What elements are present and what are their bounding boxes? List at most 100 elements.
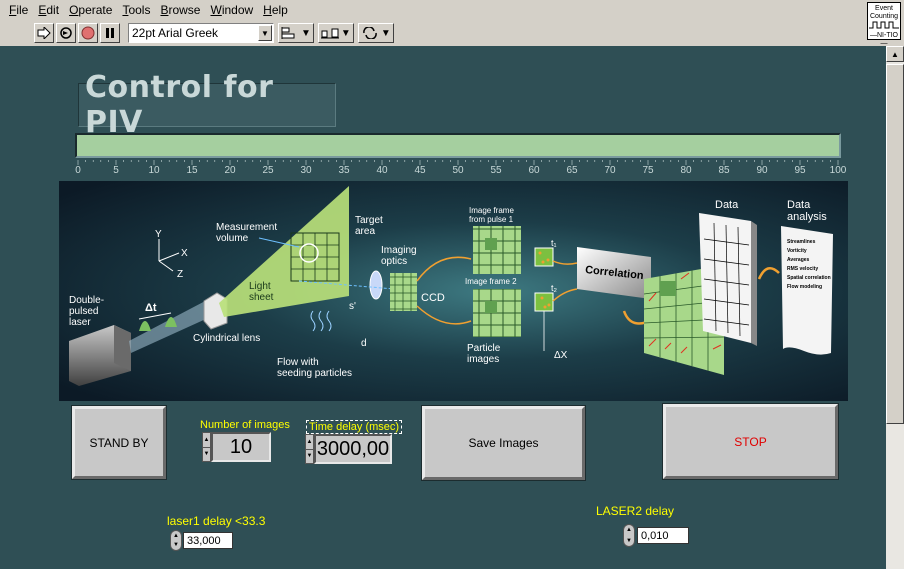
increment-icon[interactable]: ▲ [624, 525, 634, 536]
menu-bar: File Edit Operate Tools Browse Window He… [0, 0, 866, 20]
progress-tick-label: 80 [680, 165, 692, 176]
data-label: Data [715, 199, 739, 211]
laser2-delay-stepper[interactable]: ▲ ▼ [623, 524, 635, 547]
frame1-label: Image frame [469, 206, 514, 215]
laser2-delay-control: ▲ ▼ 0,010 [623, 524, 689, 547]
vertical-scrollbar[interactable]: ▲ [886, 46, 904, 569]
vi-icon: Event Counting —NI-TIO— [867, 2, 901, 47]
delta-x-label: ΔX [554, 350, 568, 361]
axis-x-label: X [181, 248, 188, 259]
increment-icon[interactable]: ▲ [171, 531, 181, 541]
double-pulsed-laser-label: pulsed [69, 306, 98, 317]
menu-operate[interactable]: Operate [64, 3, 117, 17]
laser1-delay-stepper[interactable]: ▲ ▼ [170, 530, 182, 551]
ccd-sensor [390, 273, 417, 311]
frame2-label: Image frame 2 [465, 277, 517, 286]
measurement-volume-label: volume [216, 233, 249, 244]
font-select-value: 22pt Arial Greek [132, 26, 219, 40]
laser1-delay-label: laser1 delay <33.3 [167, 514, 266, 528]
chevron-down-icon: ▼ [258, 25, 272, 41]
reorder-button[interactable]: ▼ [357, 23, 394, 43]
menu-help[interactable]: Help [258, 3, 293, 17]
light-sheet-label: sheet [249, 292, 274, 303]
num-images-stepper[interactable]: ▲ ▼ [202, 432, 211, 462]
run-button[interactable] [34, 23, 54, 43]
d-label: d [361, 338, 367, 349]
chevron-down-icon: ▼ [380, 27, 391, 39]
progress-tick-label: 55 [490, 165, 502, 176]
piv-diagram: Double- pulsed laser Δt Y X Z Cylindrica… [59, 181, 848, 401]
progress-tick-label: 40 [376, 165, 388, 176]
imaging-optics-label: optics [381, 256, 407, 267]
laser1-delay-input[interactable]: 33,000 [183, 532, 233, 549]
menu-tools[interactable]: Tools [117, 3, 155, 17]
progress-tick-label: 70 [604, 165, 616, 176]
s-prime-label: s' [349, 301, 356, 312]
num-images-control: ▲ ▼ 10 [202, 432, 271, 462]
align-objects-button[interactable]: ▼ [278, 23, 314, 43]
run-continuous-button[interactable] [56, 23, 76, 43]
t1-label: t₁ [551, 238, 557, 248]
cylindrical-lens-label: Cylindrical lens [193, 333, 260, 344]
double-pulsed-laser-label: laser [69, 317, 91, 328]
standby-button[interactable]: STAND BY [72, 406, 166, 479]
analysis-line: Averages [787, 257, 810, 263]
particle-images-label: Particle [467, 343, 501, 354]
data-analysis-label: analysis [787, 211, 827, 223]
image-frame-1-window [485, 238, 497, 250]
analysis-line: Streamlines [787, 239, 816, 245]
font-select[interactable]: 22pt Arial Greek ▼ [128, 23, 274, 43]
particle-images-label: images [467, 354, 499, 365]
standby-button-label: STAND BY [89, 435, 149, 450]
progress-tick-label: 35 [338, 165, 350, 176]
save-images-button-label: Save Images [468, 436, 539, 450]
flow-label: Flow with [277, 357, 319, 368]
stop-button[interactable]: STOP [663, 404, 838, 479]
progress-tick-label: 5 [113, 165, 119, 176]
reorder-icon [363, 27, 377, 39]
decrement-icon[interactable]: ▼ [624, 536, 634, 547]
axis-z-label: Z [177, 269, 183, 280]
increment-icon[interactable]: ▲ [203, 433, 210, 447]
vi-icon-line: Event [875, 5, 893, 12]
menu-browse[interactable]: Browse [155, 3, 205, 17]
progress-tick-label: 0 [75, 165, 81, 176]
progress-tick-label: 15 [186, 165, 198, 176]
abort-button[interactable] [78, 23, 98, 43]
pulse-train-icon [869, 21, 899, 29]
progress-tick-label: 25 [262, 165, 274, 176]
t2-label: t₂ [551, 283, 558, 293]
distribute-objects-button[interactable]: ▼ [317, 23, 354, 43]
save-images-button[interactable]: Save Images [422, 406, 585, 480]
decrement-icon[interactable]: ▼ [203, 446, 210, 462]
target-area-label: Target [355, 215, 383, 226]
axis-y-label: Y [155, 229, 162, 240]
menu-edit[interactable]: Edit [33, 3, 64, 17]
abort-icon [81, 26, 95, 40]
progress-tick-label: 60 [528, 165, 540, 176]
laser2-delay-input[interactable]: 0,010 [637, 527, 689, 544]
progress-tick-label: 100 [830, 165, 847, 176]
pause-button[interactable] [100, 23, 120, 43]
time-delay-stepper[interactable]: ▲ ▼ [305, 434, 314, 464]
imaging-optics-label: Imaging [381, 245, 417, 256]
data-analysis-label: Data [787, 199, 811, 211]
menu-window[interactable]: Window [205, 3, 258, 17]
light-sheet-label: Light [249, 281, 271, 292]
toolbar: 22pt Arial Greek ▼ ▼ ▼ ▼ [0, 20, 866, 46]
run-continuous-icon [60, 27, 72, 39]
progress-scale: 0 5 10 15 20 25 30 35 40 45 50 55 60 65 70 75 80 85 90 95 10… [75, 160, 847, 176]
time-delay-input[interactable]: 3000,00 [314, 434, 392, 464]
scroll-thumb[interactable] [886, 64, 904, 424]
menu-file[interactable]: File [4, 3, 33, 17]
image-frame-2-window [485, 301, 497, 313]
num-images-input[interactable]: 10 [211, 432, 271, 462]
decrement-icon[interactable]: ▼ [306, 448, 313, 464]
data-sheet-shadow [751, 221, 757, 346]
decrement-icon[interactable]: ▼ [171, 541, 181, 551]
scroll-up-button[interactable]: ▲ [886, 46, 904, 62]
distribute-icon [320, 28, 339, 39]
increment-icon[interactable]: ▲ [306, 435, 313, 449]
progress-tick-label: 50 [452, 165, 464, 176]
vector-field-highlight [660, 281, 676, 296]
